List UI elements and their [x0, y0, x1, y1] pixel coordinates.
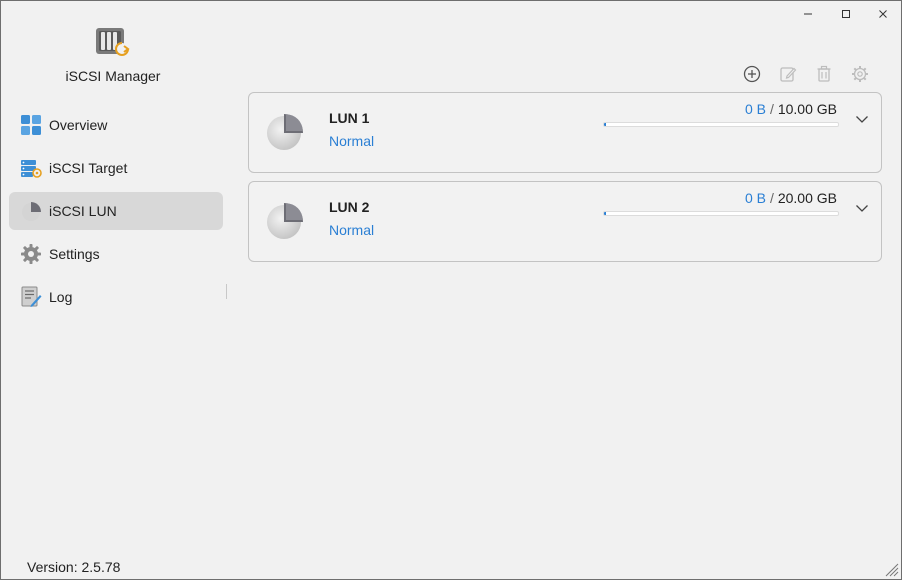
lun-pie-icon: [267, 203, 303, 239]
target-server-icon: [20, 157, 42, 179]
sidebar-nav: Overview iSCSI Target iSCSI LUN Settings…: [9, 106, 223, 321]
lun-status: Normal: [329, 133, 375, 149]
lun-settings-button[interactable]: [849, 63, 871, 85]
resize-grip-icon[interactable]: [885, 563, 899, 577]
gear-icon: [20, 243, 42, 265]
delete-lun-button[interactable]: [813, 63, 835, 85]
sidebar-item-settings[interactable]: Settings: [9, 235, 223, 273]
sidebar-item-iscsi-target[interactable]: iSCSI Target: [9, 149, 223, 187]
lun-status: Normal: [329, 222, 375, 238]
lun-name: LUN 2: [329, 199, 370, 215]
version-label: Version: 2.5.78: [27, 559, 121, 575]
overview-grid-icon: [20, 114, 42, 136]
log-document-icon: [20, 286, 42, 308]
close-icon: [879, 10, 887, 18]
sidebar-item-overview[interactable]: Overview: [9, 106, 223, 144]
add-lun-button[interactable]: [741, 63, 763, 85]
maximize-button[interactable]: [831, 5, 861, 23]
lun-card[interactable]: LUN 1 Normal 0 B/10.00 GB: [248, 92, 882, 173]
chevron-down-icon: [856, 205, 868, 212]
iscsi-manager-logo: [96, 28, 130, 56]
close-button[interactable]: [868, 5, 898, 23]
lun-list: LUN 1 Normal 0 B/10.00 GB LUN 2 Normal 0…: [248, 92, 882, 270]
sidebar-item-log[interactable]: Log: [9, 278, 223, 316]
sidebar: iSCSI Manager Overview iSCSI Target iSCS…: [1, 1, 233, 579]
lun-used-size: 0 B: [744, 190, 766, 206]
lun-usage-bar-fill: [604, 123, 606, 126]
edit-icon: [780, 67, 797, 82]
maximize-icon: [842, 10, 850, 18]
edit-lun-button[interactable]: [777, 63, 799, 85]
app-name: iSCSI Manager: [65, 68, 161, 84]
trash-icon: [817, 65, 831, 82]
app-window: iSCSI Manager Overview iSCSI Target iSCS…: [0, 0, 902, 580]
lun-usage: 0 B/20.00 GB: [745, 190, 837, 206]
gear-icon: [852, 66, 868, 82]
lun-pie-icon: [20, 200, 42, 222]
chevron-down-icon: [856, 116, 868, 123]
lun-pie-icon: [267, 114, 303, 150]
lun-expand-button[interactable]: [853, 110, 871, 128]
sidebar-item-label: Overview: [49, 117, 108, 133]
lun-used-size: 0 B: [744, 101, 766, 117]
lun-usage-bar: [603, 211, 839, 216]
minimize-icon: [804, 13, 812, 15]
lun-total-size: 10.00 GB: [777, 101, 837, 117]
lun-usage-bar-fill: [604, 212, 606, 215]
sidebar-splitter[interactable]: [226, 284, 227, 299]
sidebar-item-label: Settings: [49, 246, 100, 262]
sidebar-item-label: iSCSI Target: [49, 160, 128, 176]
lun-total-size: 20.00 GB: [777, 190, 837, 206]
minimize-button[interactable]: [793, 5, 823, 23]
sidebar-item-label: Log: [49, 289, 73, 305]
sidebar-item-iscsi-lun[interactable]: iSCSI LUN: [9, 192, 223, 230]
lun-name: LUN 1: [329, 110, 370, 126]
lun-card[interactable]: LUN 2 Normal 0 B/20.00 GB: [248, 181, 882, 262]
lun-usage-separator: /: [769, 190, 774, 206]
lun-toolbar: [741, 63, 885, 85]
lun-expand-button[interactable]: [853, 199, 871, 217]
lun-usage-separator: /: [769, 101, 774, 117]
sidebar-item-label: iSCSI LUN: [49, 203, 117, 219]
lun-usage: 0 B/10.00 GB: [745, 101, 837, 117]
plus-circle-icon: [743, 65, 761, 83]
lun-usage-bar: [603, 122, 839, 127]
